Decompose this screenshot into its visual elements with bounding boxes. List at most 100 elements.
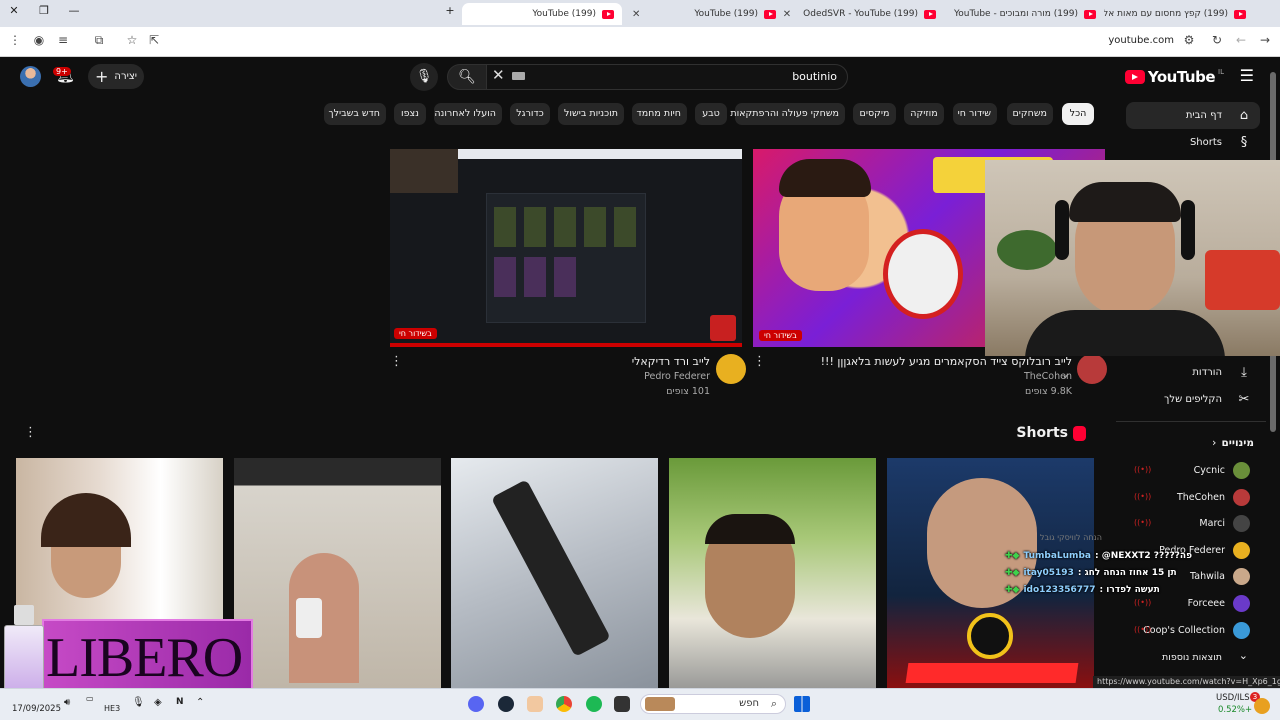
hamburger-menu-icon[interactable]: ☰ bbox=[1240, 66, 1254, 85]
close-tab-icon[interactable]: ✕ bbox=[784, 9, 791, 20]
browser-tab-active[interactable]: (199) YouTube bbox=[462, 3, 622, 25]
display-icon[interactable]: ▭ bbox=[86, 694, 94, 703]
chip-mixes[interactable]: מיקסים bbox=[853, 103, 896, 125]
thumbnail-gun-shape bbox=[491, 479, 611, 657]
address-bar: ⋮ ◉ ≡ ⧉ ☆ ⇱ youtube.com ⚙ ↻ ← → bbox=[0, 27, 1280, 57]
account-avatar[interactable] bbox=[20, 66, 41, 87]
video-thumbnail[interactable]: בשידור חי bbox=[390, 149, 742, 347]
stock-widget-label[interactable]: USD/ILS bbox=[1216, 693, 1250, 703]
shorts-more-icon[interactable]: ⋮ bbox=[24, 425, 37, 440]
chip-nature[interactable]: טבע bbox=[695, 103, 727, 125]
chip-all[interactable]: הכל bbox=[1062, 103, 1094, 125]
close-window-icon[interactable]: ✕ bbox=[4, 4, 24, 17]
chip-football[interactable]: כדורגל bbox=[510, 103, 550, 125]
tab-title: (199) YouTube bbox=[694, 9, 758, 19]
browser-tab[interactable]: (199) קפץ מחסום עם מאות אלפי ✕ bbox=[1104, 3, 1254, 25]
subscriptions-heading[interactable]: מינויים bbox=[1221, 437, 1254, 449]
chip-new-for-you[interactable]: חדש בשבילך bbox=[324, 103, 386, 125]
sidebar-subscription[interactable]: Cycnic bbox=[1194, 461, 1250, 479]
discord-icon[interactable] bbox=[468, 696, 484, 712]
chip-watched[interactable]: נצפו bbox=[394, 103, 426, 125]
terminal-icon[interactable] bbox=[614, 696, 630, 712]
clear-search-icon[interactable]: ✕ bbox=[492, 66, 505, 84]
chip-recently-uploaded[interactable]: הועלו לאחרונה bbox=[434, 103, 502, 125]
chrome-icon[interactable] bbox=[556, 696, 572, 712]
sidebar-subscription[interactable]: Coop's Collection bbox=[1143, 621, 1250, 639]
widgets-icon[interactable] bbox=[1254, 698, 1270, 714]
chevron-down-icon[interactable]: ⌄ bbox=[1239, 649, 1248, 662]
restore-window-icon[interactable]: ❐ bbox=[34, 4, 54, 17]
video-title[interactable]: לייב רובלוקס צייד הסקאמרים מגיע לעשות בל… bbox=[821, 355, 1072, 368]
sidebar-item-shorts[interactable]: Shorts bbox=[1190, 137, 1222, 148]
mic-tray-icon[interactable]: 🎙︎ bbox=[132, 697, 145, 708]
sidebar-item-clips[interactable]: הקליפים שלך bbox=[1164, 394, 1222, 405]
video-more-icon[interactable]: ⋮ bbox=[390, 354, 403, 369]
taskbar-search-box[interactable]: חפש ⌕ bbox=[640, 694, 786, 714]
short-thumbnail[interactable] bbox=[669, 458, 876, 688]
youtube-logo[interactable]: YouTube IL bbox=[1124, 68, 1224, 86]
chip-gaming[interactable]: משחקים bbox=[1007, 103, 1053, 125]
video-title[interactable]: לייב ורד רדיקאלי bbox=[632, 355, 710, 368]
short-thumbnail[interactable] bbox=[451, 458, 658, 688]
create-button[interactable]: יצירה + bbox=[88, 64, 144, 89]
chat-user: itay05193 bbox=[1023, 567, 1074, 578]
channel-avatar bbox=[1233, 488, 1250, 506]
install-app-icon[interactable]: ⇱ bbox=[145, 33, 163, 47]
chevron-right-icon[interactable]: › bbox=[1212, 436, 1216, 449]
minimize-window-icon[interactable]: — bbox=[64, 4, 84, 17]
channel-avatar[interactable] bbox=[1077, 354, 1107, 384]
browser-tab[interactable]: (199) OdedSVR - YouTube ✕ bbox=[784, 3, 944, 25]
scissors-icon[interactable]: ✂ bbox=[1236, 392, 1252, 407]
sidebar-show-more[interactable]: תוצאות נוספות bbox=[1162, 648, 1222, 666]
url-field[interactable]: youtube.com bbox=[1108, 35, 1174, 46]
chat-message: : @NEXXT2 ?????פה bbox=[1094, 550, 1193, 561]
live-badge: בשידור חי bbox=[759, 330, 802, 341]
shorts-icon[interactable]: § bbox=[1236, 135, 1252, 150]
sidebar-item-downloads[interactable]: הורדות bbox=[1192, 367, 1222, 378]
chip-music[interactable]: מוזיקה bbox=[904, 103, 944, 125]
language-indicator[interactable]: HE3 bbox=[104, 704, 120, 713]
close-tab-icon[interactable]: ✕ bbox=[632, 9, 640, 20]
profile-icon[interactable]: ◉ bbox=[30, 33, 48, 47]
sidebar-subscription[interactable]: Marci bbox=[1199, 514, 1250, 532]
site-settings-icon[interactable]: ⚙ bbox=[1180, 33, 1198, 47]
spotify-icon[interactable] bbox=[586, 696, 602, 712]
keyboard-icon[interactable] bbox=[512, 72, 525, 80]
taskbar-date[interactable]: 17/09/2025 bbox=[12, 704, 61, 714]
search-button[interactable]: 🔍︎ bbox=[447, 64, 487, 90]
link-status-bar: https://www.youtube.com/watch?v=H_Xp6_1g… bbox=[1093, 676, 1280, 688]
video-channel[interactable]: Pedro Federer bbox=[644, 371, 710, 382]
speaker-icon[interactable]: 🔊︎ bbox=[64, 697, 70, 708]
chip-cooking[interactable]: תוכניות בישול bbox=[558, 103, 624, 125]
onenote-icon[interactable]: N bbox=[176, 697, 184, 707]
browser-tab[interactable]: (199) מורה ומבוכים - YouTube ✕ bbox=[944, 3, 1104, 25]
video-more-icon[interactable]: ⋮ bbox=[753, 354, 766, 369]
short-thumbnail[interactable] bbox=[234, 458, 441, 688]
chip-action-adventure[interactable]: משחקי פעולה והרפתקאות bbox=[730, 103, 845, 125]
app-icon[interactable] bbox=[527, 696, 543, 712]
sidebar-subscription[interactable]: Tahwila bbox=[1190, 567, 1250, 585]
reload-icon[interactable]: ↻ bbox=[1208, 33, 1226, 47]
voice-search-button[interactable]: 🎙︎ bbox=[410, 63, 438, 91]
chip-pets[interactable]: חיות מחמד bbox=[632, 103, 687, 125]
more-menu-icon[interactable]: ⋮ bbox=[6, 33, 24, 47]
new-tab-icon[interactable]: + bbox=[440, 4, 460, 17]
sidebar-subscription[interactable]: Forceee bbox=[1188, 594, 1250, 612]
steam-icon[interactable] bbox=[498, 696, 514, 712]
webcam-controller-art bbox=[1205, 250, 1280, 310]
forward-icon[interactable]: ← bbox=[1232, 33, 1250, 47]
thumbnail-case-items bbox=[494, 207, 640, 247]
extensions-icon[interactable]: ⧉ bbox=[90, 33, 108, 48]
tray-app-icon[interactable]: ◈ bbox=[154, 697, 162, 708]
chip-live[interactable]: שידור חי bbox=[953, 103, 997, 125]
search-input[interactable]: boutinio bbox=[486, 64, 848, 90]
chevron-up-icon[interactable]: ⌃ bbox=[196, 697, 204, 708]
windows-start-icon[interactable] bbox=[794, 696, 810, 712]
bookmark-star-icon[interactable]: ☆ bbox=[123, 33, 141, 47]
browser-tab[interactable]: (199) YouTube ✕ bbox=[624, 3, 784, 25]
download-icon[interactable]: ⤓ bbox=[1236, 365, 1252, 380]
playlist-icon[interactable]: ≡ bbox=[54, 33, 72, 47]
back-icon[interactable]: → bbox=[1256, 33, 1274, 47]
channel-avatar[interactable] bbox=[716, 354, 746, 384]
sidebar-subscription[interactable]: TheCohen bbox=[1177, 488, 1250, 506]
